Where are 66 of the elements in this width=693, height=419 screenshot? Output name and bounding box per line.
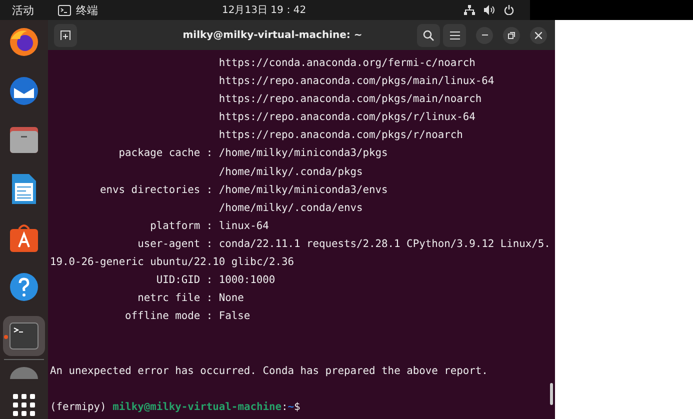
config-value: linux-64 bbox=[218, 218, 269, 234]
dock-item-active[interactable] bbox=[3, 316, 45, 356]
running-indicator bbox=[4, 335, 8, 339]
terminal-icon bbox=[9, 322, 39, 350]
config-value: /home/milky/miniconda3/envs bbox=[218, 182, 388, 198]
menu-button[interactable] bbox=[443, 24, 466, 46]
key-separator: : bbox=[205, 218, 214, 234]
config-value: 1000:1000 bbox=[218, 273, 276, 288]
key-separator: : bbox=[205, 291, 214, 306]
prompt-symbol: $ bbox=[294, 400, 300, 415]
config-value: https://repo.anaconda.com/pkgs/r/noarch bbox=[218, 128, 463, 144]
config-key: UID:GID bbox=[50, 271, 200, 290]
config-value: https://repo.anaconda.com/pkgs/main/noarch bbox=[218, 92, 482, 108]
menu-icon bbox=[450, 30, 460, 40]
document-icon bbox=[11, 173, 37, 205]
config-value: /home/milky/.conda/envs bbox=[218, 200, 363, 216]
config-value: https://repo.anaconda.com/pkgs/main/linux-64 bbox=[218, 74, 494, 90]
output-line: An unexpected error has occurred. Conda has prepared the above report. bbox=[50, 364, 488, 379]
config-value: None bbox=[218, 291, 244, 306]
window-title: milky@milky-virtual-machine: ~ bbox=[182, 30, 364, 40]
app-menu-label[interactable]: 终端 bbox=[76, 2, 98, 18]
clock[interactable]: 12月13日 19：42 bbox=[222, 3, 342, 17]
key-separator: : bbox=[205, 273, 214, 288]
app-grid-icon[interactable] bbox=[13, 394, 35, 416]
prompt-separator: : bbox=[281, 400, 288, 415]
config-key: package cache bbox=[50, 144, 200, 163]
search-icon bbox=[423, 30, 434, 40]
help-icon bbox=[9, 272, 39, 302]
config-value: conda/22.11.1 requests/2.28.1 CPython/3.9.12 Linux/5. bbox=[218, 236, 550, 252]
volume-icon[interactable] bbox=[484, 5, 495, 15]
config-value: /home/milky/.conda/pkgs bbox=[218, 164, 363, 180]
search-button[interactable] bbox=[417, 24, 440, 46]
key-separator: : bbox=[205, 236, 214, 252]
config-value: https://repo.anaconda.com/pkgs/r/linux-64 bbox=[218, 110, 476, 126]
terminal-icon bbox=[58, 4, 71, 16]
config-key: platform bbox=[50, 216, 200, 235]
config-key: offline mode bbox=[50, 307, 200, 326]
prompt-user-host: milky@milky-virtual-machine bbox=[112, 400, 282, 415]
scrollbar-thumb[interactable] bbox=[550, 383, 553, 405]
restore-icon bbox=[508, 32, 515, 38]
key-separator: : bbox=[205, 182, 214, 198]
config-key: netrc file bbox=[50, 289, 200, 308]
config-key: envs directories bbox=[50, 180, 200, 199]
minimize-button[interactable] bbox=[476, 26, 493, 44]
close-button[interactable] bbox=[530, 26, 547, 44]
power-icon[interactable] bbox=[504, 5, 514, 15]
config-key: user-agent bbox=[50, 234, 200, 254]
output-line: 19.0-26-generic ubuntu/22.10 glibc/2.36 bbox=[50, 255, 294, 270]
activities-button[interactable]: 活动 bbox=[12, 2, 46, 18]
prompt-env: (fermipy) bbox=[50, 400, 106, 415]
new-tab-button[interactable] bbox=[54, 24, 77, 46]
new-tab-icon bbox=[60, 30, 71, 40]
key-separator: : bbox=[205, 146, 214, 162]
minimize-icon bbox=[482, 34, 488, 36]
network-icon[interactable] bbox=[464, 5, 475, 15]
config-value: /home/milky/miniconda3/pkgs bbox=[218, 146, 388, 162]
close-icon bbox=[535, 32, 542, 38]
config-value: https://conda.anaconda.org/fermi-c/noarch bbox=[218, 56, 476, 71]
firefox-icon bbox=[9, 27, 39, 57]
mail-icon bbox=[9, 76, 39, 106]
folder-icon bbox=[9, 126, 39, 154]
shopping-bag-icon bbox=[9, 223, 39, 253]
config-value: False bbox=[218, 309, 250, 324]
key-separator: : bbox=[205, 309, 214, 324]
maximize-button[interactable] bbox=[503, 26, 520, 44]
prompt-path: ~ bbox=[288, 400, 294, 415]
